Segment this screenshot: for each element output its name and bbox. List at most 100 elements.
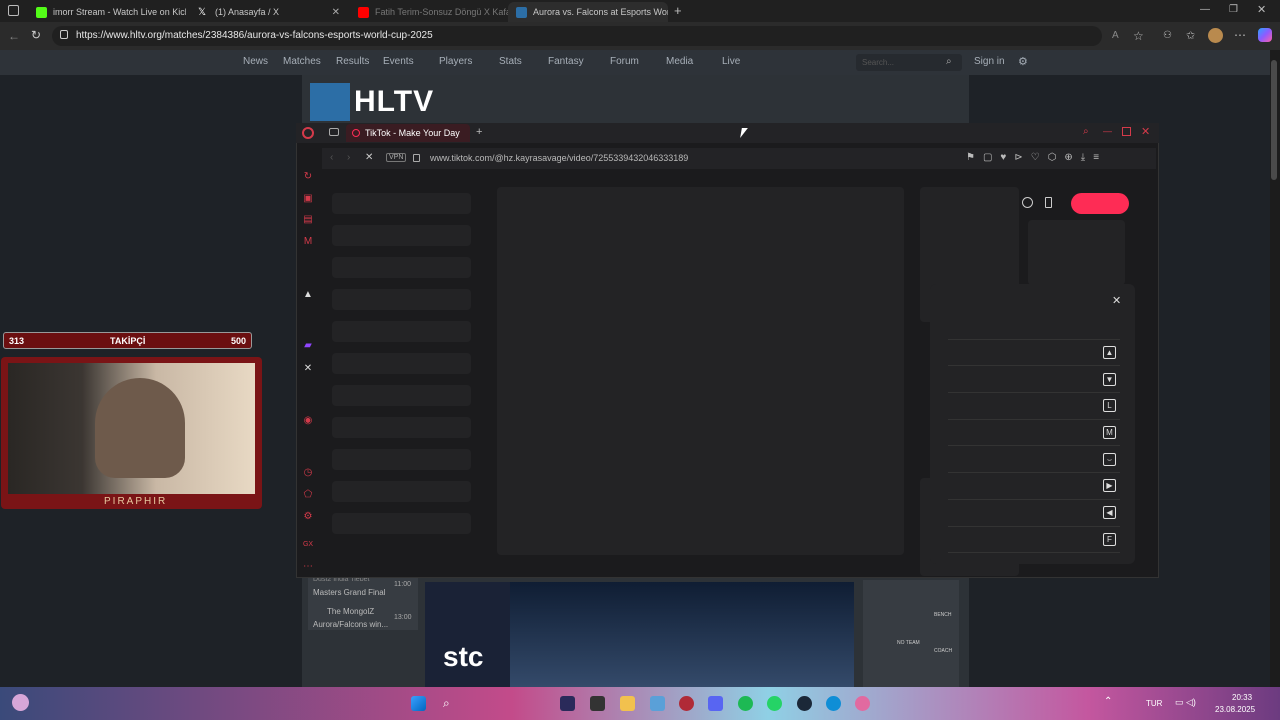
sidebar-pinboard-icon[interactable]: ⬠	[302, 489, 314, 501]
follower-goal: 500	[231, 336, 247, 346]
read-aloud-icon[interactable]: A	[1112, 30, 1119, 41]
search-taskbar-icon[interactable]: ⌕	[443, 696, 458, 711]
tray-chevron-icon[interactable]: ⌃	[1104, 696, 1112, 707]
opera-logo-icon[interactable]	[302, 127, 314, 139]
nav-matches[interactable]: Matches	[283, 56, 321, 67]
opera-back-icon[interactable]: ‹	[330, 152, 333, 163]
opera-forward-icon[interactable]: ›	[347, 152, 350, 163]
opera-new-tab-icon[interactable]: +	[476, 126, 482, 138]
close-window-icon[interactable]: ✕	[1257, 3, 1266, 16]
opera-maximize-icon[interactable]	[1122, 127, 1131, 136]
menu-close-icon[interactable]: ✕	[1112, 294, 1121, 307]
copilot-icon[interactable]	[1258, 28, 1272, 42]
login-button[interactable]	[1071, 193, 1129, 214]
sidebar-twitch-icon[interactable]: ▰	[302, 340, 314, 352]
menu-divider	[948, 445, 1120, 446]
language-indicator[interactable]: TUR	[1146, 699, 1162, 708]
profile-avatar[interactable]	[1208, 28, 1223, 43]
settings-gear-icon[interactable]: ⚙	[1018, 55, 1028, 68]
opera-toolbar-icons[interactable]: ⚑▢♥⊳♡⬡⊕⤓≡	[966, 152, 1107, 163]
nav-news[interactable]: News	[243, 56, 268, 67]
sidebar-shopping-icon[interactable]: ▣	[302, 193, 314, 205]
clock-date[interactable]: 23.08.2025	[1215, 705, 1255, 714]
scrollbar-thumb[interactable]	[1271, 60, 1277, 180]
tab-island-icon[interactable]	[329, 128, 339, 136]
nav-events[interactable]: Events	[383, 56, 414, 67]
file-explorer-icon[interactable]	[620, 696, 635, 711]
signin-link[interactable]: Sign in	[974, 56, 1005, 67]
video-placeholder[interactable]	[497, 187, 904, 555]
tab-kick[interactable]: imorr Stream - Watch Live on Kick ✕	[28, 2, 186, 22]
opera-tab-label: TikTok - Make Your Day	[365, 128, 460, 138]
more-icon[interactable]: ⋯	[1234, 28, 1246, 42]
sidebar-more-icon[interactable]: ⋯	[302, 561, 314, 573]
whatsapp-icon[interactable]	[767, 696, 782, 711]
hltv-logo-text[interactable]: HLTV	[354, 85, 434, 119]
skeleton-nav-item	[332, 321, 471, 342]
clock-time[interactable]: 20:33	[1232, 693, 1252, 702]
opera-url-text[interactable]: www.tiktok.com/@hz.kayrasavage/video/725…	[430, 153, 688, 163]
tray-icons[interactable]: ▭ ◁)	[1175, 697, 1196, 708]
opera-close-icon[interactable]: ✕	[1141, 125, 1150, 138]
nav-fantasy[interactable]: Fantasy	[548, 56, 584, 67]
vpn-badge[interactable]: VPN	[386, 153, 407, 162]
spotify-icon[interactable]	[738, 696, 753, 711]
steam-icon[interactable]	[797, 696, 812, 711]
search-icon[interactable]: ⌕	[946, 56, 952, 67]
tab-hltv[interactable]: Aurora vs. Falcons at Esports Wor ✕	[508, 2, 668, 22]
discord-icon[interactable]	[708, 696, 723, 711]
compass-icon[interactable]	[1022, 197, 1033, 208]
event-line2[interactable]: Masters Grand Final	[313, 588, 385, 597]
follower-current: 313	[9, 336, 25, 346]
edge-icon[interactable]	[826, 696, 841, 711]
event-line1[interactable]: The MongolZ	[327, 607, 374, 616]
opera-search-icon[interactable]: ⌕	[1083, 126, 1089, 137]
tab-label: (1) Anasayfa / X	[215, 7, 280, 17]
menu-divider	[948, 499, 1120, 500]
sidebar-gmail-icon[interactable]: M	[302, 236, 314, 248]
nav-live[interactable]: Live	[722, 56, 740, 67]
opera-minimize-icon[interactable]: —	[1103, 126, 1112, 136]
sidebar-messenger-icon[interactable]: ▤	[302, 214, 314, 226]
opera-stop-icon[interactable]: ✕	[365, 152, 373, 163]
new-tab-icon[interactable]: +	[674, 3, 682, 18]
back-icon[interactable]: ←	[8, 29, 20, 43]
nav-results[interactable]: Results	[336, 56, 369, 67]
phone-icon[interactable]	[1045, 197, 1052, 208]
window-menu-icon[interactable]	[8, 5, 19, 16]
sidebar-aria-icon[interactable]: ▲	[302, 289, 314, 301]
sidebar-gx-icon[interactable]: GX	[302, 539, 314, 551]
refresh-icon[interactable]: ↻	[31, 28, 41, 42]
sidebar-history-icon[interactable]: ↻	[302, 171, 314, 183]
settings-taskbar-icon[interactable]	[650, 696, 665, 711]
widgets-icon[interactable]	[12, 694, 29, 711]
skeleton-nav-item	[332, 353, 471, 374]
tab-x[interactable]: 𝕏 (1) Anasayfa / X ✕	[190, 2, 348, 22]
nav-media[interactable]: Media	[666, 56, 693, 67]
maps-icon[interactable]	[855, 696, 870, 711]
sidebar-x-icon[interactable]: ✕	[302, 363, 314, 375]
start-icon[interactable]	[411, 696, 426, 711]
opera-taskbar-icon[interactable]	[679, 696, 694, 711]
close-icon[interactable]: ✕	[332, 7, 340, 18]
minimize-icon[interactable]: —	[1200, 4, 1210, 15]
match-stream-video[interactable]	[510, 582, 854, 687]
opera-tab-tiktok[interactable]: TikTok - Make Your Day	[346, 124, 470, 142]
task-view-icon[interactable]	[560, 696, 575, 711]
nav-players[interactable]: Players	[439, 56, 472, 67]
nav-stats[interactable]: Stats	[499, 56, 522, 67]
tab-youtube[interactable]: Fatih Terim-Sonsuz Döngü X Kafa ✕	[350, 2, 508, 22]
favorite-star-icon[interactable]: ☆	[1133, 29, 1144, 43]
terminal-icon[interactable]	[590, 696, 605, 711]
nav-forum[interactable]: Forum	[610, 56, 639, 67]
sidebar-settings-icon[interactable]: ⚙	[302, 511, 314, 523]
sidebar-clock-icon[interactable]: ◷	[302, 467, 314, 479]
maximize-icon[interactable]: ❐	[1229, 4, 1238, 15]
event-line2[interactable]: Aurora/Falcons win...	[313, 620, 388, 629]
hltv-logo-icon[interactable]	[310, 83, 350, 121]
favorites-icon[interactable]: ✩	[1186, 29, 1195, 42]
lineup-label: NO TEAM	[897, 640, 920, 646]
key-comment-icon: ⌣	[1103, 453, 1116, 466]
sidebar-player-icon[interactable]: ◉	[302, 415, 314, 427]
extensions-icon[interactable]: ⚇	[1163, 30, 1172, 41]
